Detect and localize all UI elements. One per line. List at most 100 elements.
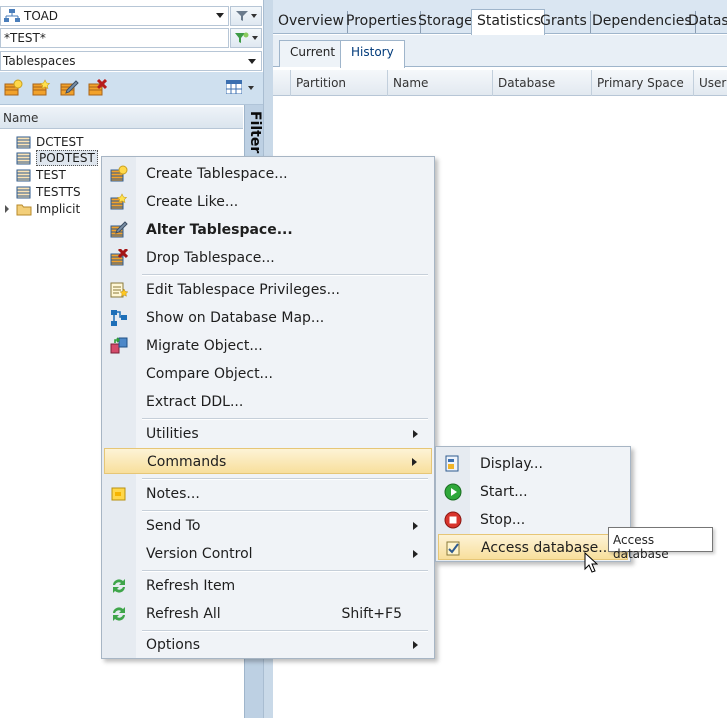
submenu-arrow-icon (412, 458, 417, 466)
column-label: Database (498, 76, 556, 90)
subtab-label: History (351, 45, 394, 59)
menu-item-create-tablespace[interactable]: Create Tablespace... (104, 161, 432, 187)
menu-item-label: Create Tablespace... (146, 166, 288, 182)
subtab-history[interactable]: History (340, 40, 405, 68)
mouse-cursor-icon (584, 552, 598, 573)
menu-item-label: Display... (480, 456, 543, 472)
tab-datasets[interactable]: Datase (683, 11, 727, 33)
chevron-down-icon[interactable] (248, 86, 254, 90)
menu-item-stop[interactable]: Stop... (438, 507, 628, 533)
tab-label: Overview (278, 13, 344, 29)
tab-overview[interactable]: Overview (273, 11, 348, 33)
tablespace-icon (16, 152, 31, 165)
menu-item-compare[interactable]: Compare Object... (104, 361, 432, 387)
filter-options-button[interactable] (230, 28, 262, 48)
connection-select[interactable]: TOAD (0, 6, 229, 26)
expand-arrow-icon[interactable] (5, 205, 9, 213)
tab-grants[interactable]: Grants (535, 11, 591, 33)
tab-label: Storage (418, 13, 473, 29)
subtab-label: Current (290, 45, 336, 59)
tree-item-dctest[interactable]: DCTEST (16, 134, 83, 150)
menu-item-label: Create Like... (146, 194, 239, 210)
menu-item-commands[interactable]: Commands (104, 448, 432, 474)
tab-label: Dependencies (592, 13, 692, 29)
alter-tablespace-icon[interactable] (59, 79, 79, 97)
drop-tablespace-icon[interactable] (87, 79, 107, 97)
menu-item-version-control[interactable]: Version Control (104, 541, 432, 567)
object-type-select[interactable]: Tablespaces (0, 51, 262, 71)
menu-item-migrate[interactable]: Migrate Object... (104, 333, 432, 359)
tree-item-test[interactable]: TEST (16, 167, 66, 183)
menu-item-edit-privileges[interactable]: Edit Tablespace Privileges... (104, 277, 432, 303)
column-name[interactable]: Name (388, 70, 493, 96)
tree-item-implicit[interactable]: Implicit (16, 201, 80, 217)
menu-item-send-to[interactable]: Send To (104, 513, 432, 539)
funnel-icon (235, 11, 248, 21)
menu-item-display[interactable]: Display... (438, 451, 628, 477)
menu-item-show-on-map[interactable]: Show on Database Map... (104, 305, 432, 331)
tree-item-podtest[interactable]: PODTEST (16, 150, 98, 166)
row-selector-column[interactable] (273, 70, 291, 96)
menu-item-label: Start... (480, 484, 528, 500)
menu-item-create-like[interactable]: Create Like... (104, 189, 432, 215)
menu-item-refresh-all[interactable]: Refresh All Shift+F5 (104, 601, 432, 627)
menu-item-extract-ddl[interactable]: Extract DDL... (104, 389, 432, 415)
tab-strip: Overview Properties Storage Statistics G… (273, 0, 727, 35)
filter-input[interactable]: *TEST* (0, 28, 229, 48)
menu-item-notes[interactable]: Notes... (104, 481, 432, 507)
create-tablespace-icon[interactable] (3, 79, 23, 97)
menu-item-drop-tablespace[interactable]: Drop Tablespace... (104, 245, 432, 271)
chevron-down-icon[interactable] (248, 59, 256, 64)
filter-button[interactable] (230, 6, 262, 26)
view-grid-icon[interactable] (226, 80, 242, 94)
grid-column-header: Partition Name Database Primary Space Us… (273, 70, 727, 96)
column-primary-space[interactable]: Primary Space (592, 70, 694, 96)
menu-item-shortcut: Shift+F5 (341, 606, 402, 622)
column-user[interactable]: User (694, 70, 727, 96)
tree-item-testts[interactable]: TESTTS (16, 184, 81, 200)
chevron-down-icon[interactable] (216, 13, 224, 18)
database-map-icon (111, 310, 127, 326)
display-icon (445, 455, 459, 472)
tree-item-label: TEST (36, 168, 66, 182)
tab-label: Datase (688, 13, 727, 29)
menu-item-access-database[interactable]: Access database... (438, 534, 628, 560)
drop-tablespace-icon (110, 249, 128, 266)
column-database[interactable]: Database (493, 70, 592, 96)
tree-item-label: Implicit (36, 202, 81, 216)
chevron-down-icon (250, 14, 257, 18)
menu-item-label: Extract DDL... (146, 394, 244, 410)
menu-separator (142, 570, 428, 572)
menu-item-label: Utilities (146, 426, 199, 442)
privileges-icon (110, 282, 128, 298)
tablespace-icon (16, 186, 31, 199)
create-like-icon[interactable] (31, 79, 51, 97)
tab-statistics[interactable]: Statistics (471, 9, 545, 35)
menu-item-label: Commands (147, 454, 227, 470)
start-icon (444, 483, 462, 501)
menu-item-options[interactable]: Options (104, 632, 432, 658)
menu-item-start[interactable]: Start... (438, 479, 628, 505)
chevron-down-icon (251, 36, 258, 40)
tab-label: Grants (540, 13, 587, 29)
subtab-current[interactable]: Current (279, 40, 347, 67)
tablespace-icon (16, 136, 31, 149)
column-partition[interactable]: Partition (291, 70, 388, 96)
refresh-icon (113, 579, 125, 593)
tree-column-header[interactable]: Name (0, 107, 243, 129)
tab-dependencies[interactable]: Dependencies (587, 11, 696, 33)
menu-separator (142, 418, 428, 420)
menu-item-refresh-item[interactable]: Refresh Item (104, 573, 432, 599)
menu-item-label: Version Control (146, 546, 253, 562)
submenu-arrow-icon (413, 550, 418, 558)
menu-item-label: Stop... (480, 512, 526, 528)
menu-item-label: Compare Object... (146, 366, 273, 382)
menu-separator (142, 510, 428, 512)
tab-properties[interactable]: Properties (341, 11, 421, 33)
connection-name: TOAD (24, 9, 59, 23)
menu-item-utilities[interactable]: Utilities (104, 421, 432, 447)
column-label: Primary Space (597, 76, 684, 90)
menu-separator (142, 478, 428, 480)
menu-item-alter-tablespace[interactable]: Alter Tablespace... (104, 217, 432, 243)
tab-storage[interactable]: Storage (413, 11, 477, 33)
